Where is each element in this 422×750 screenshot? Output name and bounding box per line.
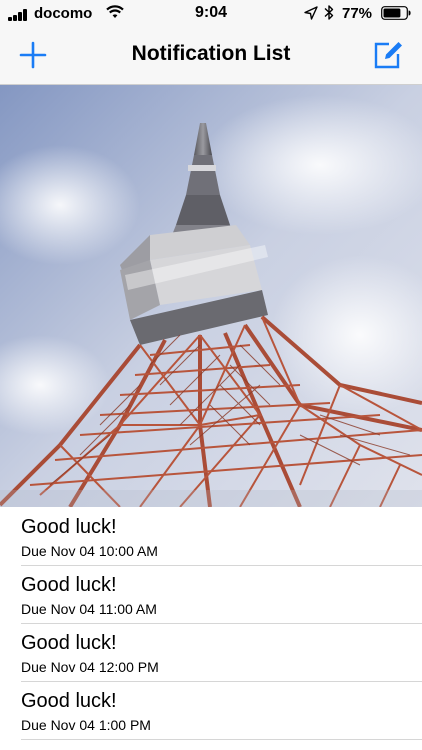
tower-photo	[0, 85, 422, 507]
list-item[interactable]: Good luck! Due Nov 04 11:00 AM	[21, 566, 422, 624]
notification-due: Due Nov 04 11:00 AM	[21, 601, 157, 617]
notification-title: Good luck!	[21, 516, 117, 538]
notification-title: Good luck!	[21, 574, 117, 596]
page-title: Notification List	[131, 42, 291, 65]
notification-due: Due Nov 04 1:00 PM	[21, 717, 151, 733]
notification-due: Due Nov 04 10:00 AM	[21, 543, 158, 559]
status-bar: docomo 9:04 77%	[0, 0, 422, 26]
battery-icon	[381, 6, 411, 20]
notification-title: Good luck!	[21, 632, 117, 654]
notification-title: Good luck!	[21, 690, 117, 712]
location-icon	[304, 6, 318, 20]
notification-due: Due Nov 04 12:00 PM	[21, 659, 159, 675]
list-item[interactable]: Good luck! Due Nov 04 12:00 PM	[21, 624, 422, 682]
battery-percentage: 77%	[342, 5, 373, 22]
bluetooth-icon	[324, 5, 334, 20]
list-item[interactable]: Good luck! Due Nov 04 10:00 AM	[21, 508, 422, 566]
compose-icon[interactable]	[372, 38, 404, 70]
notification-list: Good luck! Due Nov 04 10:00 AM Good luck…	[0, 508, 422, 740]
list-item[interactable]: Good luck! Due Nov 04 1:00 PM	[21, 682, 422, 740]
navigation-bar: Notification List	[0, 26, 422, 85]
